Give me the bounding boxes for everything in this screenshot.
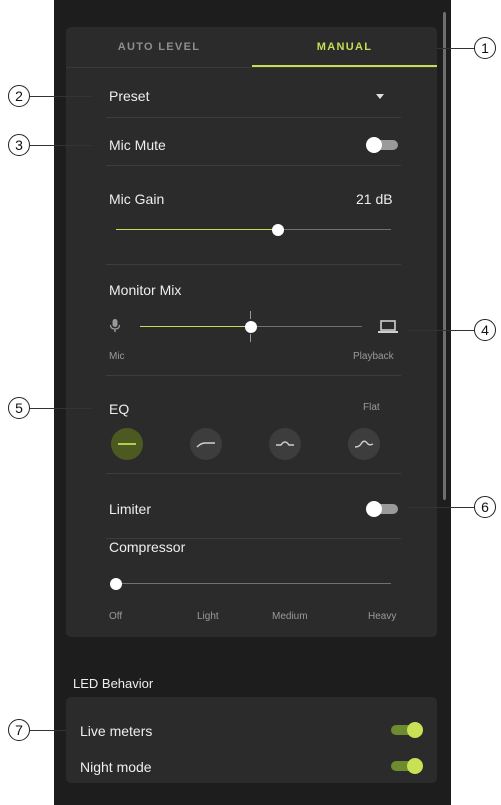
eq-low-cut-icon [196, 442, 215, 448]
compressor-label: Compressor [109, 539, 186, 555]
eq-flat-icon [118, 443, 136, 445]
callout-7: 7 [8, 719, 30, 741]
divider [106, 375, 401, 376]
eq-presence-button[interactable] [348, 428, 380, 460]
toggle-thumb [407, 722, 423, 738]
live-meters-label: Live meters [80, 723, 153, 739]
led-behavior-panel: Live meters Night mode [66, 697, 437, 783]
callout-leader [30, 730, 66, 731]
tab-bar: AUTO LEVEL MANUAL [66, 27, 437, 68]
eq-low-cut-button[interactable] [190, 428, 222, 460]
callout-leader [437, 48, 475, 49]
callout-6: 6 [474, 496, 496, 518]
toggle-thumb [407, 758, 423, 774]
slider-knob[interactable] [272, 224, 285, 236]
divider [106, 165, 401, 166]
slider-fill [116, 229, 279, 230]
slider-rail [116, 583, 391, 584]
callout-2: 2 [8, 85, 30, 107]
limiter-toggle[interactable] [366, 501, 398, 517]
scrollbar[interactable] [443, 12, 446, 500]
active-tab-indicator [252, 65, 437, 67]
led-behavior-title: LED Behavior [73, 676, 154, 691]
eq-mid-boost-button[interactable] [269, 428, 301, 460]
playback-endpoint-label: Playback [353, 351, 394, 362]
caret-down-icon[interactable] [376, 94, 384, 99]
mic-mute-toggle[interactable] [366, 137, 398, 153]
mic-endpoint-label: Mic [109, 351, 125, 362]
night-mode-label: Night mode [80, 759, 152, 775]
compressor-stop-off: Off [109, 611, 123, 622]
mic-gain-label: Mic Gain [109, 191, 165, 207]
callout-leader [30, 145, 92, 146]
callout-5: 5 [8, 397, 30, 419]
divider [106, 473, 401, 474]
compressor-stop-light: Light [197, 611, 219, 622]
eq-presence-icon [354, 440, 374, 448]
tab-auto-level[interactable]: AUTO LEVEL [66, 27, 252, 67]
monitor-mix-label: Monitor Mix [109, 282, 182, 298]
mic-gain-slider[interactable] [116, 223, 391, 237]
callout-leader [408, 330, 474, 331]
callout-4: 4 [474, 319, 496, 341]
microphone-icon [109, 319, 121, 332]
settings-panel: AUTO LEVEL MANUAL Preset Mic Mute Mic Ga… [66, 27, 437, 637]
callout-leader [30, 408, 92, 409]
divider [106, 264, 401, 265]
tab-manual[interactable]: MANUAL [252, 27, 437, 67]
laptop-icon [378, 320, 398, 333]
eq-flat-button[interactable] [111, 428, 143, 460]
mic-gain-value: 21 dB [356, 191, 393, 207]
eq-label: EQ [109, 401, 130, 417]
live-meters-toggle[interactable] [391, 722, 423, 738]
center-tick [250, 334, 251, 342]
eq-selected-name: Flat [363, 402, 380, 413]
callout-leader [30, 96, 92, 97]
divider [106, 117, 401, 118]
compressor-stop-heavy: Heavy [368, 611, 397, 622]
slider-knob[interactable] [110, 578, 122, 590]
limiter-label: Limiter [109, 501, 152, 517]
mic-mute-label: Mic Mute [109, 137, 166, 153]
compressor-slider[interactable] [110, 577, 391, 591]
callout-3: 3 [8, 134, 30, 156]
eq-mid-boost-icon [276, 441, 294, 446]
center-tick [250, 311, 251, 319]
monitor-mix-slider[interactable] [140, 320, 362, 334]
night-mode-toggle[interactable] [391, 758, 423, 774]
compressor-stop-medium: Medium [272, 611, 308, 622]
toggle-thumb [366, 137, 382, 153]
callout-1: 1 [474, 37, 496, 59]
preset-label[interactable]: Preset [109, 88, 149, 104]
slider-fill [140, 326, 251, 327]
slider-knob[interactable] [245, 321, 257, 333]
toggle-thumb [366, 501, 382, 517]
callout-leader [408, 507, 474, 508]
